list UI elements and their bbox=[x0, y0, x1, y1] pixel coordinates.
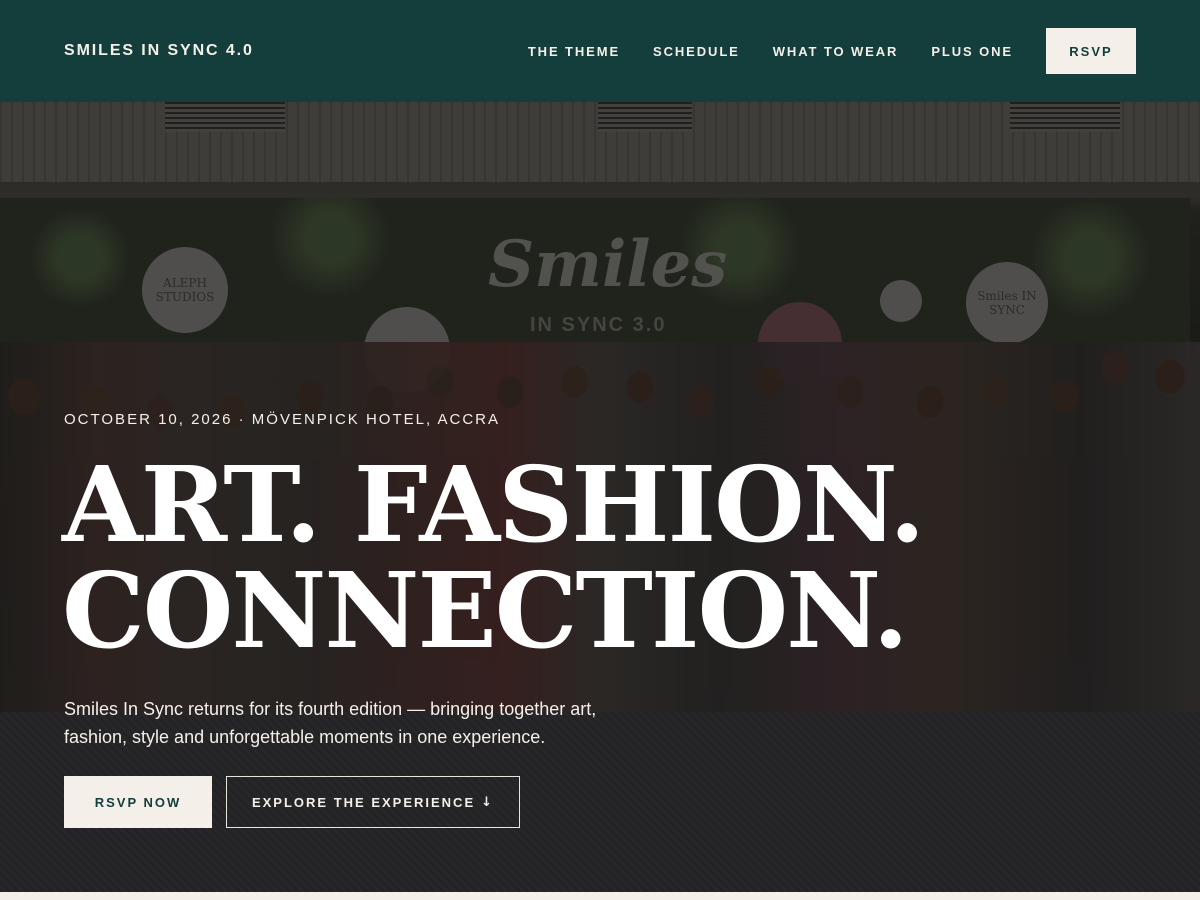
rsvp-button[interactable]: RSVP bbox=[1046, 28, 1136, 74]
event-date-location: OCTOBER 10, 2026 · MÖVENPICK HOTEL, ACCR… bbox=[64, 411, 500, 428]
nav-link-schedule[interactable]: SCHEDULE bbox=[653, 44, 740, 59]
top-navigation-bar: SMILES IN SYNC 4.0 THE THEME SCHEDULE WH… bbox=[0, 0, 1200, 102]
brand-logo-text[interactable]: SMILES IN SYNC 4.0 bbox=[64, 42, 254, 60]
hero-headline: ART. FASHION. CONNECTION. bbox=[62, 443, 925, 672]
nav-link-what-to-wear[interactable]: WHAT TO WEAR bbox=[773, 44, 899, 59]
headline-line-2: CONNECTION. bbox=[62, 549, 909, 672]
arrow-down-icon: ↓ bbox=[481, 794, 495, 810]
explore-experience-label: EXPLORE THE EXPERIENCE bbox=[251, 794, 476, 810]
headline-line-1: ART. FASHION. bbox=[62, 443, 925, 566]
nav-link-plus-one[interactable]: PLUS ONE bbox=[931, 44, 1013, 59]
nav-link-the-theme[interactable]: THE THEME bbox=[528, 44, 620, 59]
rsvp-now-button[interactable]: RSVP NOW bbox=[64, 776, 212, 828]
explore-experience-button[interactable]: EXPLORE THE EXPERIENCE ↓ bbox=[226, 776, 520, 828]
main-nav: THE THEME SCHEDULE WHAT TO WEAR PLUS ONE… bbox=[528, 28, 1136, 74]
hero-description: Smiles In Sync returns for its fourth ed… bbox=[64, 699, 597, 747]
next-section-edge bbox=[0, 892, 1200, 900]
